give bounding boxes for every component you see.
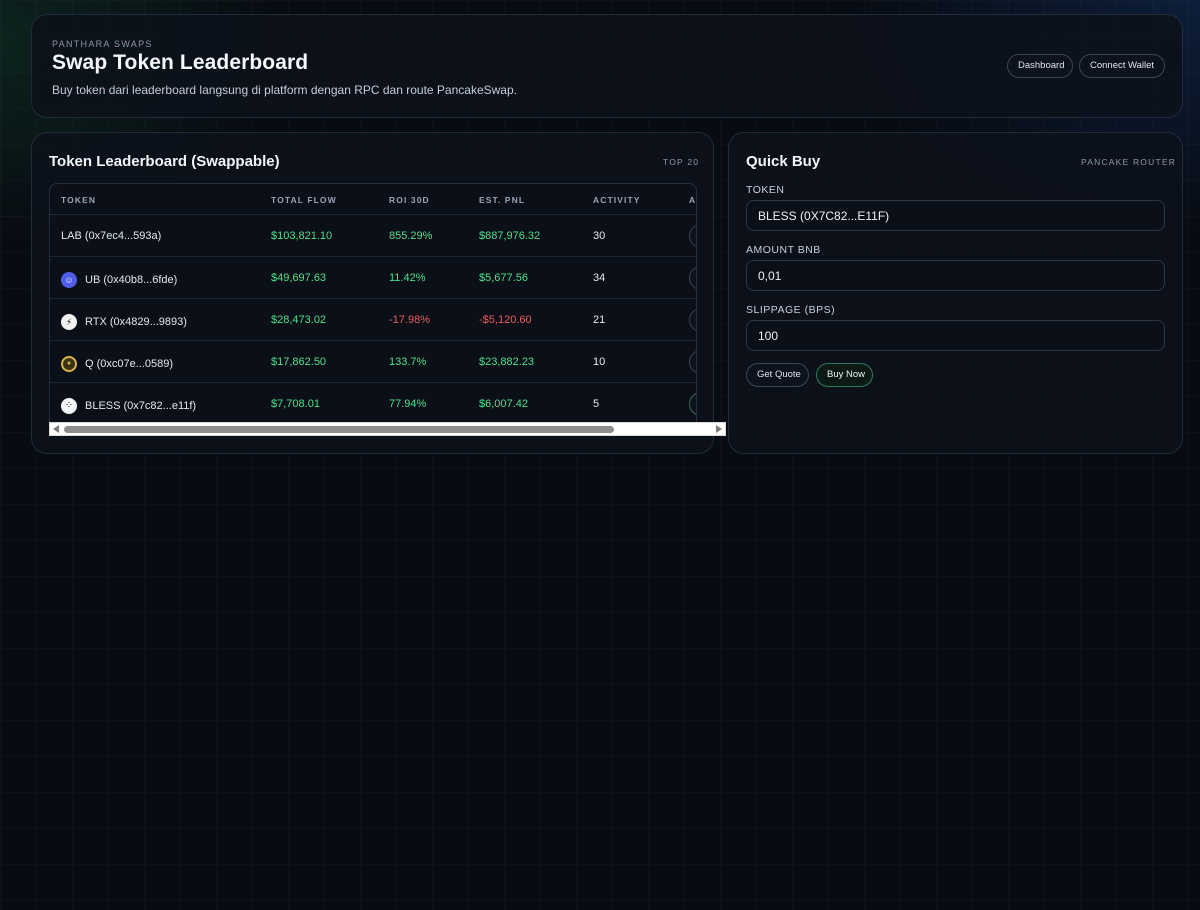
pnl-cell: $887,976.32	[479, 230, 541, 242]
table-row[interactable]: LAB (0x7ec4...593a) $103,821.10 855.29% …	[50, 215, 696, 257]
router-tag: PANCAKE ROUTER	[1081, 157, 1177, 167]
activity-cell: 34	[593, 272, 606, 284]
amount-label: AMOUNT BNB	[746, 244, 821, 256]
total-flow-cell: $17,862.50	[271, 356, 327, 368]
token-cell: LAB (0x7ec4...593a)	[61, 230, 161, 242]
dashboard-button[interactable]: Dashboard	[1007, 54, 1073, 78]
scroll-left-arrow-icon[interactable]	[53, 425, 59, 433]
page-subtitle: Buy token dari leaderboard langsung di p…	[52, 83, 517, 97]
table-row[interactable]: ⁘ BLESS (0x7c82...e11f) $7,708.01 77.94%…	[50, 383, 696, 425]
roi-cell: 77.94%	[389, 398, 427, 410]
row-action-button[interactable]	[689, 308, 696, 332]
total-flow-cell: $49,697.63	[271, 272, 327, 284]
buy-now-button[interactable]: Buy Now	[816, 363, 873, 387]
roi-cell: 855.29%	[389, 230, 433, 242]
token-label: TOKEN	[746, 184, 785, 196]
table-horizontal-scrollbar[interactable]	[49, 422, 726, 436]
get-quote-button[interactable]: Get Quote	[746, 363, 809, 387]
leaderboard-title: Token Leaderboard (Swappable)	[49, 153, 280, 170]
token-name: BLESS (0x7c82...e11f)	[85, 400, 197, 412]
column-header-pnl: EST. PNL	[479, 195, 526, 205]
pnl-cell: $6,007.42	[479, 398, 528, 410]
row-action-button[interactable]	[689, 350, 696, 374]
activity-cell: 5	[593, 398, 600, 410]
rtx-token-icon: ⚡	[61, 314, 77, 330]
table-header: TOKEN TOTAL FLOW ROI 30D EST. PNL ACTIVI…	[50, 184, 697, 215]
slippage-label: SLIPPAGE (BPS)	[746, 304, 836, 316]
leaderboard-table[interactable]: TOKEN TOTAL FLOW ROI 30D EST. PNL ACTIVI…	[49, 183, 697, 436]
roi-cell: 11.42%	[389, 272, 426, 284]
ub-token-icon: ☺	[61, 272, 77, 288]
pnl-cell: $23,882.23	[479, 356, 535, 368]
token-cell: ⚡ RTX (0x4829...9893)	[61, 314, 187, 330]
token-cell: ☺ UB (0x40b8...6fde)	[61, 272, 177, 288]
row-action-button[interactable]	[689, 392, 696, 416]
activity-cell: 30	[593, 230, 606, 242]
token-cell: ● Q (0xc07e...0589)	[61, 356, 173, 372]
column-header-roi: ROI 30D	[389, 195, 430, 205]
token-name: Q (0xc07e...0589)	[85, 358, 174, 370]
column-header-action: A	[689, 195, 697, 205]
table-row[interactable]: ⚡ RTX (0x4829...9893) $28,473.02 -17.98%…	[50, 299, 696, 341]
total-flow-cell: $103,821.10	[271, 230, 333, 242]
row-action-button[interactable]	[689, 266, 696, 290]
token-input[interactable]	[746, 200, 1165, 231]
slippage-input[interactable]	[746, 320, 1165, 351]
header-card: PANTHARA SWAPS Swap Token Leaderboard Bu…	[31, 14, 1183, 118]
table-row[interactable]: ☺ UB (0x40b8...6fde) $49,697.63 11.42% $…	[50, 257, 696, 299]
column-header-activity: ACTIVITY	[593, 195, 641, 205]
amount-input[interactable]	[746, 260, 1165, 291]
table-row[interactable]: ● Q (0xc07e...0589) $17,862.50 133.7% $2…	[50, 341, 696, 383]
pnl-cell: $5,677.56	[479, 272, 528, 284]
token-cell: ⁘ BLESS (0x7c82...e11f)	[61, 398, 196, 414]
leaderboard-tag: TOP 20	[663, 157, 700, 167]
row-action-button[interactable]	[689, 224, 696, 248]
token-name: UB (0x40b8...6fde)	[85, 274, 178, 286]
page-title: Swap Token Leaderboard	[52, 51, 309, 74]
brand-eyebrow: PANTHARA SWAPS	[52, 39, 153, 49]
quick-buy-title: Quick Buy	[746, 153, 821, 170]
token-name: RTX (0x4829...9893)	[85, 316, 187, 328]
scroll-right-arrow-icon[interactable]	[716, 425, 722, 433]
q-token-icon: ●	[61, 356, 77, 372]
token-name: LAB (0x7ec4...593a)	[61, 230, 162, 242]
activity-cell: 10	[593, 356, 606, 368]
leaderboard-card: Token Leaderboard (Swappable) TOP 20 TOK…	[31, 132, 726, 454]
scroll-thumb[interactable]	[64, 426, 614, 433]
total-flow-cell: $7,708.01	[271, 398, 320, 410]
roi-cell: 133.7%	[389, 356, 427, 368]
column-header-total-flow: TOTAL FLOW	[271, 195, 337, 205]
activity-cell: 21	[593, 314, 606, 326]
total-flow-cell: $28,473.02	[271, 314, 327, 326]
quick-buy-card: Quick Buy PANCAKE ROUTER TOKEN AMOUNT BN…	[728, 132, 1183, 454]
bless-token-icon: ⁘	[61, 398, 77, 414]
pnl-cell: -$5,120.60	[479, 314, 532, 326]
connect-wallet-button[interactable]: Connect Wallet	[1079, 54, 1165, 78]
roi-cell: -17.98%	[389, 314, 430, 326]
column-header-token: TOKEN	[61, 195, 97, 205]
